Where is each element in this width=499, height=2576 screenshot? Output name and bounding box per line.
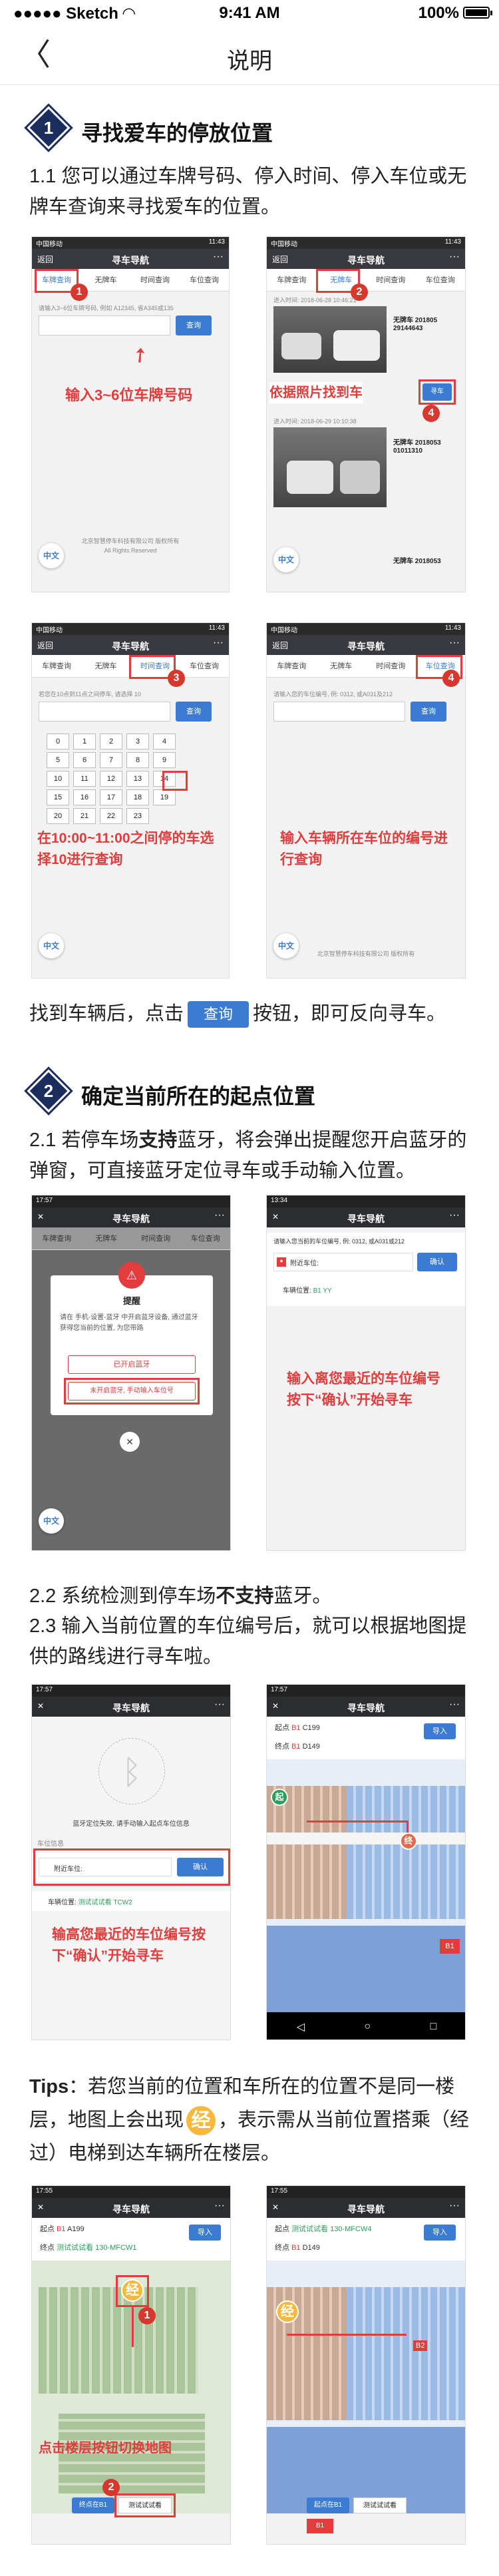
hour-key: 12 (100, 771, 122, 787)
section-1-header: 1 寻找爱车的停放位置 (27, 106, 428, 150)
nav-bar: 〈 说明 (0, 27, 499, 85)
hour-key: 16 (73, 789, 96, 805)
car-photo (273, 306, 387, 373)
hour-key: 7 (100, 752, 122, 768)
hour-key: 18 (126, 789, 149, 805)
arrow-icon: ➚ (126, 341, 154, 369)
screenshot-time-search: 中国移动 11:43 返回 寻车导航 ··· 车牌查询 无牌车 时间查询 车位查询 3… (31, 622, 230, 978)
hour-key: 17 (100, 789, 122, 805)
hour-key: 10 (47, 771, 69, 787)
tab-time: 时间查询 (140, 276, 170, 284)
paragraph-2-2: 2.2 系统检测到停车场不支持蓝牙。 (29, 1586, 332, 1607)
screenshot-bluetooth-dialog: 17:57 ✕ 寻车导航 ··· 车牌查询 无牌车 时间查询 车位查询 ⚠ 提醒 请在 手… (31, 1195, 231, 1551)
more-icon: ··· (213, 251, 224, 262)
paragraph-2-3: 2.3 输入当前位置的车位编号后，就可以根据地图提供的路线进行寻车啦。 (29, 1615, 467, 1667)
hour-key: 6 (73, 752, 96, 768)
hour-key: 0 (47, 734, 69, 750)
screenshot-map-route: 17:57 ✕ 寻车导航 ··· 起点 B1 C199 终点 B1 D149 导入 … (266, 1684, 466, 2040)
parking-map: 起 终 B1 (267, 1759, 465, 2012)
find-line: 找到车辆后，点击 查询 按钮，即可反向寻车。 (29, 998, 475, 1032)
section-2-header: 2 确定当前所在的起点位置 (27, 1069, 428, 1113)
annotation: 输入3~6位车牌号码 (65, 387, 193, 403)
hour-key: 11 (73, 771, 96, 787)
hour-key: 22 (100, 808, 122, 824)
hour-key: 4 (153, 734, 176, 750)
section-title: 寻找爱车的停放位置 (81, 121, 273, 145)
hour-key: 21 (73, 808, 96, 824)
status-bar: ●●●●● Sketch ◠ 9:41 AM 100% (0, 0, 499, 27)
bluetooth-dialog: ⚠ 提醒 请在 手机-设置-蓝牙 中开启蓝牙设备, 通过蓝牙获得您当前的位置, … (51, 1262, 213, 1415)
query-button-example: 查询 (188, 1001, 250, 1028)
query-button: 查询 (176, 316, 212, 335)
screenshot-other-floor: 17:55 ✕ 寻车导航 ··· 起点 测试试试看 130-MFCW4 终点 B1 … (266, 2185, 466, 2545)
hour-keypad: 0 1 2 3 4 5 6 7 8 9 10 11 12 13 14 15 16 17 18 19 20 21 22 23 (47, 731, 176, 827)
hour-key: 23 (126, 808, 149, 824)
battery-percent: 100% (418, 4, 459, 22)
screenshot-bluetooth-fail: 17:57 ✕ 寻车导航 ··· ᛒ 蓝牙定位失败, 请手动输入起点车位信息 车位信… (31, 1684, 231, 2040)
hour-key: 1 (73, 734, 96, 750)
bell-icon: ⚠ (118, 1262, 145, 1289)
section-number-badge: 1 (27, 106, 71, 150)
paragraph-1-1: 1.1 您可以通过车牌号码、停入时间、停入车位或无牌车查询来寻找爱车的位置。 (29, 166, 467, 218)
tips: Tips：若您当前的位置和车所在的位置不是同一楼层，地图上会出现经，表示需从当前… (29, 2076, 470, 2164)
hour-key: 3 (126, 734, 149, 750)
screenshot-plate-search: 中国移动 11:43 返回 寻车导航 ··· 车牌查询 无牌车 时间查询 车位查询 1… (31, 236, 230, 592)
screenshot-floor-switch: 17:55 ✕ 寻车导航 ··· 起点 B1 A199 终点 测试试试看 130-M… (31, 2185, 231, 2545)
hour-key: 8 (126, 752, 149, 768)
hour-key: 9 (153, 752, 176, 768)
bluetooth-icon: ᛒ (98, 1738, 165, 1805)
screenshot-manual-input: 13:34 ✕ 寻车导航 ··· 请输入您当前的车位编号, 例: 0312, 或A0… (266, 1195, 466, 1551)
tab-space: 车位查询 (190, 276, 219, 284)
step-badge: 1 (71, 284, 88, 301)
tips-label: Tips (29, 2076, 69, 2097)
battery-icon (463, 7, 492, 19)
language-button: 中文 (39, 543, 64, 568)
hour-key: 2 (100, 734, 122, 750)
hour-key: 5 (47, 752, 69, 768)
elevator-icon: 经 (186, 2106, 216, 2136)
paragraph-2-1: 2.1 若停车场支持蓝牙，将会弹出提醒您开启蓝牙的弹窗，可直接蓝牙定位寻车或手动… (29, 1130, 467, 1181)
screenshot-space-search: 中国移动 11:43 返回 寻车导航 ··· 车牌查询 无牌车 时间查询 车位查询 4… (266, 622, 466, 978)
hour-key: 19 (153, 789, 176, 805)
tab-no-plate: 无牌车 (94, 276, 117, 284)
close-icon: ✕ (120, 1432, 140, 1452)
screenshot-no-plate: 中国移动 11:43 返回 寻车导航 ··· 车牌查询 无牌车 时间查询 车位查询 2… (266, 236, 466, 592)
hour-key: 13 (126, 771, 149, 787)
hour-key: 15 (47, 789, 69, 805)
hour-key: 20 (47, 808, 69, 824)
page-title: 说明 (227, 49, 272, 74)
